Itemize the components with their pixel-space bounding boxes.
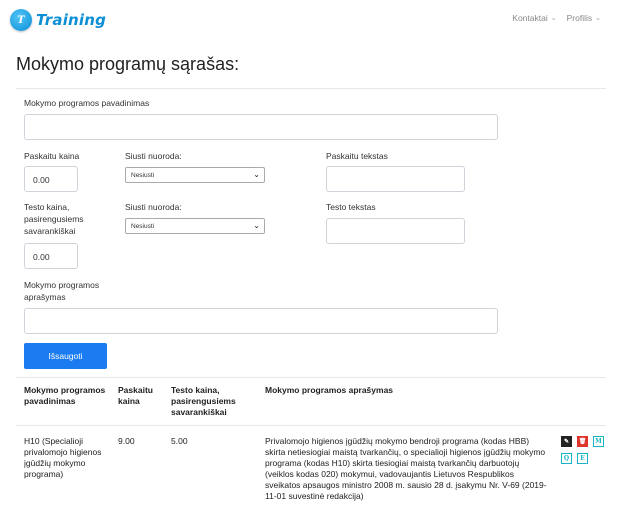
brand-logo-icon: T <box>10 9 32 31</box>
cell-line: H10 (Specialioji <box>24 436 84 446</box>
column-header-name: Mokymo programos pavadinimas <box>24 385 105 407</box>
header-line: kaina <box>118 396 140 406</box>
header-line: Mokymo programos <box>24 385 106 395</box>
send-link-label-1: Siusti nuoroda: <box>125 151 182 161</box>
description-input[interactable] <box>24 308 498 334</box>
e-button[interactable]: E <box>577 453 588 464</box>
cell-line: 11-01 suvestinė redakcija) <box>265 491 364 501</box>
lecture-text-input[interactable] <box>326 166 465 192</box>
send-link-select-1-value: Nesiusti <box>131 172 155 179</box>
description-label-line: aprašymas <box>24 292 66 302</box>
description-label-line: Mokymo programos <box>24 280 100 290</box>
navbar: T Training Kontaktai ⌄ Profilis ⌄ <box>0 0 623 40</box>
page-title: Mokymo programų sąrašas: <box>16 54 240 74</box>
chevron-down-icon: ⌄ <box>253 221 260 230</box>
test-price-label-line: pasirengusiems <box>24 214 84 224</box>
cell-description: Privalomojo higienos įgūdžių mokymo bend… <box>265 436 547 502</box>
header-line: pasirengusiems <box>171 396 236 406</box>
delete-icon[interactable]: 🗑 <box>577 436 588 447</box>
header-line: Paskaitu <box>118 385 153 395</box>
nav-menu: Kontaktai ⌄ Profilis ⌄ <box>512 13 601 23</box>
header-line: savarankiškai <box>171 407 227 417</box>
cell-line: skirta netiesiogiai maistą tvarkančių, o… <box>265 447 546 457</box>
brand-name: Training <box>36 11 107 29</box>
nav-profile-dropdown[interactable]: Profilis ⌄ <box>567 13 601 23</box>
cell-line: sveikatos apsaugos ministro 2008 m. saus… <box>265 480 547 490</box>
lecture-price-input[interactable]: 0.00 <box>24 166 78 192</box>
test-price-label-line: savarankiškai <box>24 226 76 236</box>
cell-line: (veiklos kodas 020) mokymui, vadovaujant… <box>265 469 514 479</box>
column-header-price: Paskaitu kaina <box>118 385 153 407</box>
nav-contacts-label: Kontaktai <box>512 13 548 23</box>
nav-contacts-dropdown[interactable]: Kontaktai ⌄ <box>512 13 556 23</box>
test-price-input[interactable]: 0.00 <box>24 243 78 269</box>
column-header-test-price: Testo kaina, pasirengusiems savarankiška… <box>171 385 236 418</box>
edit-icon[interactable]: ✎ <box>561 436 572 447</box>
cell-line: įgūdžių mokymo <box>24 458 86 468</box>
chevron-down-icon: ⌄ <box>550 15 557 22</box>
description-label: Mokymo programos aprašymas <box>24 279 99 303</box>
nav-profile-label: Profilis <box>566 13 593 23</box>
cell-line: Privalomojo higienos įgūdžių mokymo bend… <box>265 436 530 446</box>
chevron-down-icon: ⌄ <box>253 170 260 179</box>
send-link-select-1[interactable]: Nesiusti ⌄ <box>125 167 265 183</box>
divider <box>16 377 606 378</box>
header-line: pavadinimas <box>24 396 76 406</box>
header-line: Testo kaina, <box>171 385 220 395</box>
cell-name: H10 (Specialioji privalomojo higienos įg… <box>24 436 102 480</box>
divider <box>16 425 606 426</box>
send-link-select-2[interactable]: Nesiusti ⌄ <box>125 218 265 234</box>
test-price-label: Testo kaina, pasirengusiems savarankiška… <box>24 201 84 237</box>
chevron-down-icon: ⌄ <box>595 15 601 22</box>
save-button[interactable]: Išsaugoti <box>24 343 107 369</box>
brand[interactable]: T Training <box>10 9 106 31</box>
m-button[interactable]: M <box>593 436 604 447</box>
test-text-input[interactable] <box>326 218 465 244</box>
divider <box>16 88 606 89</box>
lecture-text-label: Paskaitu tekstas <box>326 151 388 161</box>
cell-price: 9.00 <box>118 436 135 446</box>
test-text-label: Testo tekstas <box>326 202 376 212</box>
q-button[interactable]: Q <box>561 453 572 464</box>
name-input[interactable] <box>24 114 498 140</box>
cell-test-price: 5.00 <box>171 436 188 446</box>
name-label: Mokymo programos pavadinimas <box>24 98 150 108</box>
cell-line: programa (kodas H10) skirta tiesiogiai m… <box>265 458 520 468</box>
cell-line: privalomojo higienos <box>24 447 102 457</box>
test-price-label-line: Testo kaina, <box>24 202 70 212</box>
column-header-description: Mokymo programos aprašymas <box>265 385 394 395</box>
send-link-label-2: Siusti nuoroda: <box>125 202 182 212</box>
lecture-price-label: Paskaitu kaina <box>24 151 80 161</box>
send-link-select-2-value: Nesiusti <box>131 223 155 230</box>
cell-line: programa) <box>24 469 64 479</box>
